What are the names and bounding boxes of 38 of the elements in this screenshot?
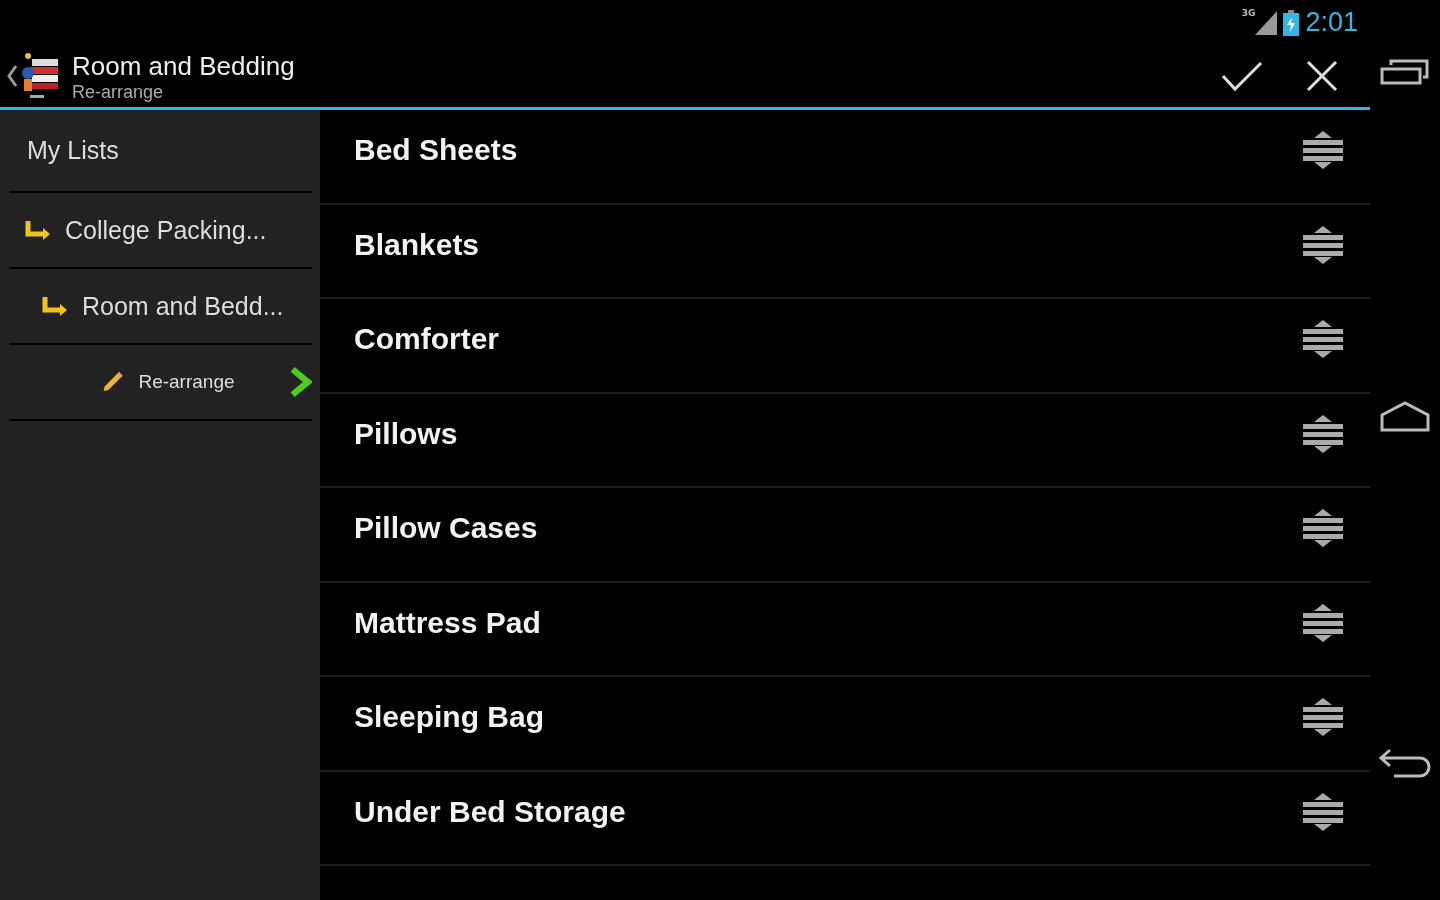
corner-arrow-icon [25,219,51,241]
back-button[interactable] [1378,746,1432,780]
list-row[interactable]: Comforter [320,299,1370,394]
recent-apps-icon [1379,57,1431,87]
back-arrow-icon [1378,746,1432,780]
list-row[interactable]: Under Bed Storage [320,771,1370,866]
drag-handle-icon[interactable] [1302,223,1344,266]
screen-subtitle: Re-arrange [72,82,165,102]
back-caret-icon[interactable] [6,64,18,88]
breadcrumb-item[interactable]: Room and Bedd... [10,269,312,345]
corner-arrow-icon [42,295,68,317]
chevron-right-icon [288,365,312,399]
screen-title: Room and Bedding [72,50,296,82]
breadcrumb-action[interactable]: Re-arrange [10,345,312,421]
list-row[interactable]: Blankets [320,204,1370,299]
drag-handle-icon[interactable] [1302,412,1344,455]
checkmark-icon [1221,60,1263,92]
list-row[interactable]: Pillow Cases [320,488,1370,583]
signal-icon [1255,10,1278,35]
breadcrumb-item[interactable]: College Packing... [10,193,312,269]
home-button[interactable] [1379,400,1431,433]
drag-handle-icon[interactable] [1302,790,1344,833]
network-label: 3G [1241,8,1256,18]
drag-handle-icon[interactable] [1302,129,1344,172]
battery-icon [1283,9,1300,36]
list-row[interactable]: Pillows [320,393,1370,488]
clock-time: 2:01 [1305,7,1358,38]
recent-apps-button[interactable] [1379,57,1431,87]
list-row[interactable]: Mattress Pad [320,582,1370,677]
list-row[interactable]: Sleeping Bag [320,677,1370,772]
home-icon [1379,400,1431,433]
drag-handle-icon[interactable] [1302,601,1344,644]
drag-handle-icon[interactable] [1302,696,1344,739]
list-row[interactable]: Bed Sheets [320,110,1370,205]
my-lists-item[interactable]: My Lists [10,110,312,193]
drag-handle-icon[interactable] [1302,318,1344,361]
close-icon [1306,60,1338,92]
drag-handle-icon[interactable] [1302,507,1344,550]
